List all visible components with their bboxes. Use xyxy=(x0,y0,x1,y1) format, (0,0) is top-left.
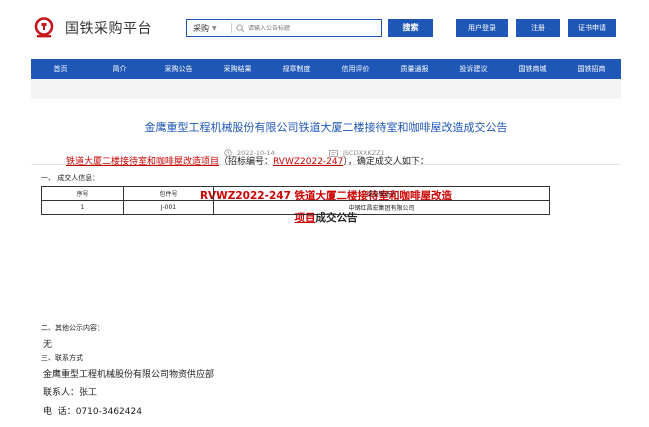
result-table: 序号 包件号 成交候选人 1 J-001 中钢红昌宏集团有限公司 xyxy=(41,186,550,215)
table-header-candidate: 成交候选人 xyxy=(213,186,550,201)
railway-logo-icon[interactable] xyxy=(33,17,55,39)
breadcrumb-bar xyxy=(31,79,621,99)
section-winner-info: 一、 成交人信息： xyxy=(41,174,100,182)
nav-item-credit-evaluation[interactable]: 信用评价 xyxy=(326,59,385,79)
table-header-package: 包件号 xyxy=(123,186,214,201)
page-title: 金鹰重型工程机械股份有限公司铁道大厦二楼接待室和咖啡屋改造成交公告 xyxy=(144,121,508,134)
search-category-select[interactable]: 采购 ▼ xyxy=(187,23,227,34)
nav-item-intro[interactable]: 简介 xyxy=(90,59,149,79)
nav-item-investment[interactable]: 国铁招商 xyxy=(562,59,621,79)
chevron-down-icon: ▼ xyxy=(212,24,217,32)
table-header-row: 序号 包件号 成交候选人 xyxy=(41,186,550,201)
site-title[interactable]: 国铁采购平台 xyxy=(65,18,152,38)
contact-phone: 电 话：0710-3462424 xyxy=(43,407,142,417)
intro-tender-code: RVWZ2022-247 xyxy=(273,157,344,167)
main-nav: 首页 简介 采购公告 采购结果 规章制度 信用评价 质量通报 投诉建议 国铁商城… xyxy=(31,59,621,79)
search-button[interactable]: 搜索 xyxy=(388,19,433,37)
search-icon xyxy=(236,23,245,32)
nav-item-procurement-result[interactable]: 采购结果 xyxy=(208,59,267,79)
table-row: 1 J-001 中钢红昌宏集团有限公司 xyxy=(41,200,550,215)
search-box: 采购 ▼ xyxy=(186,19,382,37)
section-contact: 三、联系方式 xyxy=(41,354,83,362)
intro-project-name: 铁道大厦二楼接待室和咖啡屋改造项目 xyxy=(66,157,220,167)
table-header-index: 序号 xyxy=(41,186,124,201)
table-cell-package: J-001 xyxy=(123,200,214,215)
intro-end-text: ），确定成交人如下： xyxy=(343,157,429,167)
site-header: 国铁采购平台 采购 ▼ 搜索 用户登录 注册 证书申请 xyxy=(0,0,649,55)
nav-item-home[interactable]: 首页 xyxy=(31,59,90,79)
other-content-text: 无 xyxy=(43,340,53,350)
contact-person: 联系人：张工 xyxy=(43,388,98,398)
section-other-content: 二、其他公示内容： xyxy=(41,324,104,332)
search-separator xyxy=(231,23,232,33)
intro-paragraph: 铁道大厦二楼接待室和咖啡屋改造项目（招标编号：RVWZ2022-247），确定成… xyxy=(66,154,429,167)
contact-company: 金鹰重型工程机械股份有限公司物资供应部 xyxy=(43,370,215,380)
table-cell-index: 1 xyxy=(41,200,124,215)
nav-item-regulations[interactable]: 规章制度 xyxy=(267,59,326,79)
login-button[interactable]: 用户登录 xyxy=(456,19,508,37)
table-cell-candidate: 中钢红昌宏集团有限公司 xyxy=(213,200,550,215)
nav-item-procurement-notice[interactable]: 采购公告 xyxy=(149,59,208,79)
nav-item-mall[interactable]: 国铁商城 xyxy=(503,59,562,79)
nav-item-complaints[interactable]: 投诉建议 xyxy=(444,59,503,79)
search-input[interactable] xyxy=(248,24,378,32)
register-button[interactable]: 注册 xyxy=(516,19,560,37)
nav-item-quality-report[interactable]: 质量通报 xyxy=(385,59,444,79)
search-category-label: 采购 xyxy=(193,23,209,33)
intro-mid-text: （招标编号： xyxy=(219,157,274,167)
certificate-apply-button[interactable]: 证书申请 xyxy=(568,19,616,37)
